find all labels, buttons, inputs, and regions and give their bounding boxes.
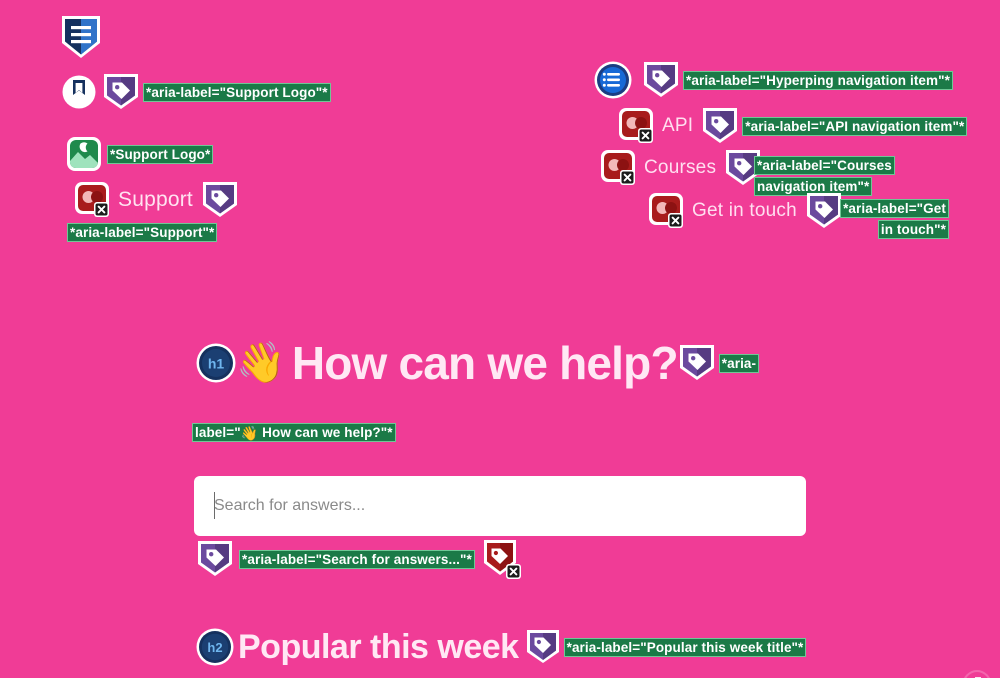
nav-get-in-touch-row[interactable]: Get in touch <box>648 191 843 231</box>
nav-api-aria-label: *aria-label="API navigation item"* <box>743 117 967 135</box>
nav-item-courses-label[interactable]: Courses <box>644 157 716 179</box>
landmark-shield-icon <box>60 13 102 61</box>
nav-hyperping-row[interactable]: *aria-label="Hyperping navigation item"* <box>594 60 952 100</box>
support-logo-aria-label: *aria-label="Support Logo"* <box>144 83 330 101</box>
hero-aria-label-wrap: label="👋 How can we help?"* <box>193 422 395 443</box>
nav-list-icon <box>594 61 632 99</box>
popular-this-week-title: Popular this week <box>238 628 519 666</box>
aria-label-tag-icon <box>196 539 234 579</box>
page-title: How can we help? <box>291 337 679 389</box>
broken-link-icon <box>648 193 684 229</box>
hero-heading-row: h1 👋 How can we help? *aria- <box>196 337 759 389</box>
nav-api-row[interactable]: API *aria-label="API navigation item"* <box>618 106 967 146</box>
h2-badge-icon: h2 <box>196 628 234 666</box>
aria-label-tag-icon <box>678 343 716 383</box>
popular-heading-row: h2 Popular this week *aria-label="Popula… <box>196 628 806 666</box>
support-link-row[interactable]: Support <box>74 180 239 220</box>
missing-label-tag-icon <box>482 538 522 580</box>
nav-item-get-in-touch-label[interactable]: Get in touch <box>692 200 797 222</box>
nav-get-in-touch-aria-label-wrap: *aria-label="Get in touch"* <box>830 198 948 240</box>
broken-link-icon <box>600 150 636 186</box>
popular-aria-label: *aria-label="Popular this week title"* <box>564 638 806 656</box>
support-link-aria-label: *aria-label="Support"* <box>68 224 217 241</box>
support-link-text[interactable]: Support <box>118 188 193 212</box>
nav-hyperping-aria-label: *aria-label="Hyperping navigation item"* <box>684 71 952 89</box>
svg-text:h2: h2 <box>207 640 222 655</box>
search-aria-label: *aria-label="Search for answers..."* <box>240 550 474 568</box>
image-marker-icon <box>66 137 102 171</box>
aria-label-tag-icon <box>701 106 739 146</box>
search-box[interactable] <box>194 476 806 536</box>
hero-aria-label-suffix: How can we help?"* <box>258 425 393 440</box>
svg-text:h1: h1 <box>208 356 225 372</box>
hero-aria-label-prefix: label=" <box>195 425 241 440</box>
support-logo-image-alt: *Support Logo* <box>108 145 213 163</box>
h1-badge-icon: h1 <box>196 343 236 383</box>
bottom-partial-marker <box>962 670 992 678</box>
support-logo-marker-row: *aria-label="Support Logo"* <box>62 72 330 112</box>
nav-get-in-touch-aria-label: *aria-label="Get in touch"* <box>841 200 948 238</box>
broken-link-icon <box>74 182 110 218</box>
bookmark-circle-icon <box>62 75 96 109</box>
nav-courses-aria-label: *aria-label="Courses navigation item"* <box>755 157 894 195</box>
support-link-aria-label-wrap: *aria-label="Support"* <box>68 222 217 243</box>
broken-link-icon <box>618 108 654 144</box>
nav-item-api-label[interactable]: API <box>662 115 693 137</box>
aria-label-tag-icon <box>102 72 140 112</box>
nav-courses-row[interactable]: Courses <box>600 148 762 188</box>
search-annotation-row: *aria-label="Search for answers..."* <box>196 538 522 580</box>
wave-emoji: 👋 <box>236 341 286 385</box>
wave-emoji-small: 👋 <box>240 425 259 442</box>
support-logo-image-row: *Support Logo* <box>66 137 213 171</box>
hero-aria-label-part1: *aria- <box>719 354 759 372</box>
hero-aria-label-part2: label="👋 How can we help?"* <box>193 424 395 441</box>
search-input[interactable] <box>194 476 806 536</box>
aria-label-tag-icon <box>642 60 680 100</box>
aria-label-tag-icon <box>525 628 561 666</box>
text-caret <box>214 492 215 519</box>
aria-label-tag-icon <box>201 180 239 220</box>
help-center-page: *aria-label="Support Logo"* *Support Log… <box>0 0 1000 678</box>
